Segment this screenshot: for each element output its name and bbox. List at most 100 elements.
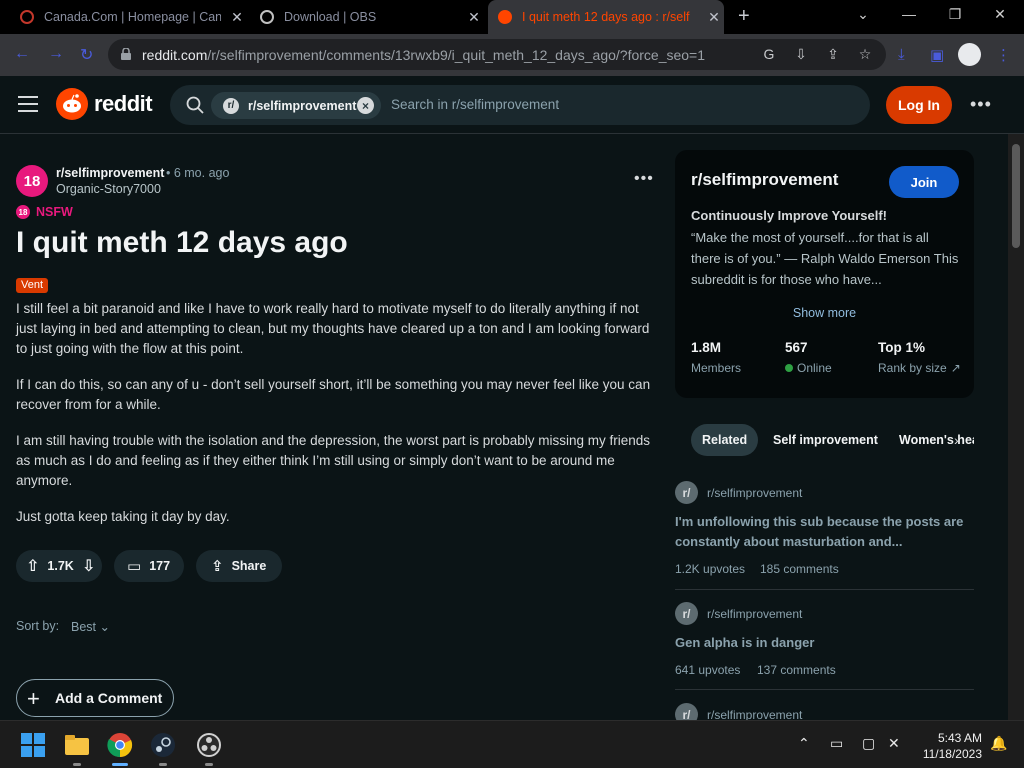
- join-button[interactable]: Join: [889, 166, 959, 198]
- reddit-logo-icon[interactable]: [56, 88, 88, 120]
- close-tab-icon[interactable]: ✕: [704, 9, 724, 26]
- windows-start-icon[interactable]: [20, 732, 46, 758]
- subreddit-link[interactable]: r/selfimprovement: [56, 166, 164, 180]
- system-clock[interactable]: 5:43 AM 11/18/2023: [918, 730, 982, 762]
- back-icon[interactable]: ←: [14, 45, 30, 63]
- subreddit-icon: r/: [223, 97, 239, 114]
- clear-chip-icon[interactable]: ×: [357, 97, 374, 114]
- running-indicator: [205, 763, 213, 766]
- close-tab-icon[interactable]: ✕: [464, 9, 484, 26]
- bookmark-star-icon[interactable]: ☆: [856, 46, 874, 64]
- profile-avatar[interactable]: [958, 43, 981, 66]
- vote-pill: ⇧ 1.7K ⇩: [16, 550, 102, 582]
- network-icon[interactable]: ▭: [830, 735, 843, 752]
- obs-icon[interactable]: [196, 732, 222, 758]
- address-bar[interactable]: reddit.com/r/selfimprovement/comments/13…: [108, 39, 886, 70]
- related-title[interactable]: Gen alpha is in danger: [675, 633, 965, 653]
- post-title: I quit meth 12 days ago: [16, 226, 348, 259]
- minimize-icon[interactable]: —: [899, 6, 919, 22]
- tab-search-chevron-icon[interactable]: ⌄: [853, 6, 873, 23]
- divider: [675, 689, 974, 690]
- online-label: Online: [797, 361, 832, 375]
- members-stat: 1.8M Members: [691, 340, 741, 375]
- chrome-menu-icon[interactable]: ⋮: [996, 46, 1011, 64]
- rank-label[interactable]: Rank by size: [878, 361, 947, 375]
- more-options-icon[interactable]: •••: [970, 94, 992, 115]
- reddit-header: reddit r/ r/selfimprovement × Search in …: [0, 76, 1024, 134]
- clock-time: 5:43 AM: [937, 731, 982, 745]
- share-page-icon[interactable]: ⇪: [824, 46, 842, 64]
- community-title[interactable]: r/selfimprovement: [691, 170, 838, 190]
- subreddit-avatar[interactable]: 18: [16, 165, 48, 197]
- close-window-icon[interactable]: ✕: [990, 6, 1010, 23]
- upvote-icon[interactable]: ⇧: [26, 556, 39, 576]
- volume-mute-icon[interactable]: ✕: [888, 735, 900, 752]
- post-paragraph: I still feel a bit paranoid and like I h…: [16, 301, 650, 356]
- show-hidden-icons-chevron-icon[interactable]: ⌃: [798, 735, 810, 752]
- steam-icon[interactable]: [150, 732, 176, 758]
- add-comment-button[interactable]: + Add a Comment: [16, 679, 174, 717]
- display-icon[interactable]: ▢: [862, 735, 875, 752]
- reddit-wordmark[interactable]: reddit: [94, 91, 153, 117]
- tab-obs[interactable]: Download | OBS ✕: [252, 0, 484, 34]
- members-label: Members: [691, 361, 742, 375]
- scrollbar-thumb[interactable]: [1012, 144, 1020, 248]
- search-bar[interactable]: r/ r/selfimprovement × Search in r/selfi…: [170, 85, 870, 125]
- tab-related[interactable]: Related: [691, 424, 759, 456]
- rank-value: Top 1%: [878, 340, 925, 355]
- downloads-icon[interactable]: ⤓: [898, 46, 905, 63]
- related-post[interactable]: r/ r/selfimprovement Gen alpha is in dan…: [675, 602, 974, 686]
- tab-canada[interactable]: Canada.Com | Homepage | Canada ✕: [12, 0, 247, 34]
- tab-self-improvement[interactable]: Self improvement: [773, 424, 878, 456]
- tab-womens-health[interactable]: Women's health: [899, 424, 974, 456]
- chrome-icon[interactable]: [107, 732, 133, 758]
- show-more-button[interactable]: Show more: [675, 306, 974, 320]
- maximize-icon[interactable]: ❐: [945, 6, 965, 23]
- online-value: 567: [785, 340, 808, 355]
- online-stat: 567 Online: [785, 340, 832, 375]
- author-link[interactable]: Organic-Story7000: [56, 182, 161, 196]
- chrome-page-icon: [20, 10, 34, 24]
- comment-count: 177: [149, 559, 171, 573]
- share-label: Share: [231, 559, 267, 573]
- post-overflow-icon[interactable]: •••: [634, 170, 654, 188]
- related-tabs: Related Self improvement Women's health: [691, 424, 974, 456]
- share-icon: ⇪: [211, 558, 224, 575]
- hamburger-menu-icon[interactable]: [18, 96, 38, 112]
- subreddit-icon: r/: [675, 481, 698, 504]
- online-dot-icon: [785, 364, 793, 372]
- forward-icon[interactable]: →: [48, 45, 64, 63]
- extensions-icon[interactable]: ▣: [930, 46, 944, 64]
- search-input[interactable]: Search in r/selfimprovement: [391, 97, 559, 112]
- related-post[interactable]: r/ r/selfimprovement: [675, 703, 974, 720]
- lock-icon: [121, 48, 131, 60]
- post-paragraph: If I can do this, so can any of u - don’…: [16, 377, 651, 412]
- notification-bell-icon[interactable]: 🔔: [990, 735, 1007, 752]
- login-button[interactable]: Log In: [886, 86, 952, 124]
- related-subreddit[interactable]: r/selfimprovement: [707, 486, 802, 500]
- tab-reddit[interactable]: I quit meth 12 days ago : r/self ✕: [488, 0, 724, 34]
- page-scrollbar[interactable]: [1008, 134, 1024, 720]
- chevron-right-icon[interactable]: ›: [954, 432, 959, 448]
- windows-taskbar: ⌃ ▭ ▢ ✕ 5:43 AM 11/18/2023 🔔: [0, 720, 1024, 768]
- related-subreddit[interactable]: r/selfimprovement: [707, 708, 802, 720]
- active-indicator: [112, 763, 128, 766]
- reddit-favicon: [498, 10, 512, 24]
- new-tab-icon[interactable]: +: [738, 5, 750, 28]
- subreddit-search-chip[interactable]: r/ r/selfimprovement ×: [211, 92, 381, 119]
- close-tab-icon[interactable]: ✕: [227, 9, 247, 26]
- downvote-icon[interactable]: ⇩: [82, 556, 95, 576]
- sort-dropdown[interactable]: Best ⌄: [71, 619, 110, 634]
- install-app-icon[interactable]: ⇩: [792, 46, 810, 64]
- file-explorer-icon[interactable]: [64, 732, 90, 758]
- reload-icon[interactable]: ↻: [80, 45, 93, 65]
- address-row: ← → ↻ reddit.com/r/selfimprovement/comme…: [0, 34, 1024, 76]
- external-link-icon: ↗: [950, 361, 961, 375]
- related-post[interactable]: r/ r/selfimprovement I'm unfollowing thi…: [675, 481, 974, 585]
- post-flair[interactable]: Vent: [16, 278, 49, 293]
- comments-button[interactable]: ▭ 177: [114, 550, 184, 582]
- related-subreddit[interactable]: r/selfimprovement: [707, 607, 802, 621]
- related-title[interactable]: I'm unfollowing this sub because the pos…: [675, 512, 965, 552]
- share-button[interactable]: ⇪ Share: [196, 550, 282, 582]
- google-lens-icon[interactable]: G: [760, 46, 778, 64]
